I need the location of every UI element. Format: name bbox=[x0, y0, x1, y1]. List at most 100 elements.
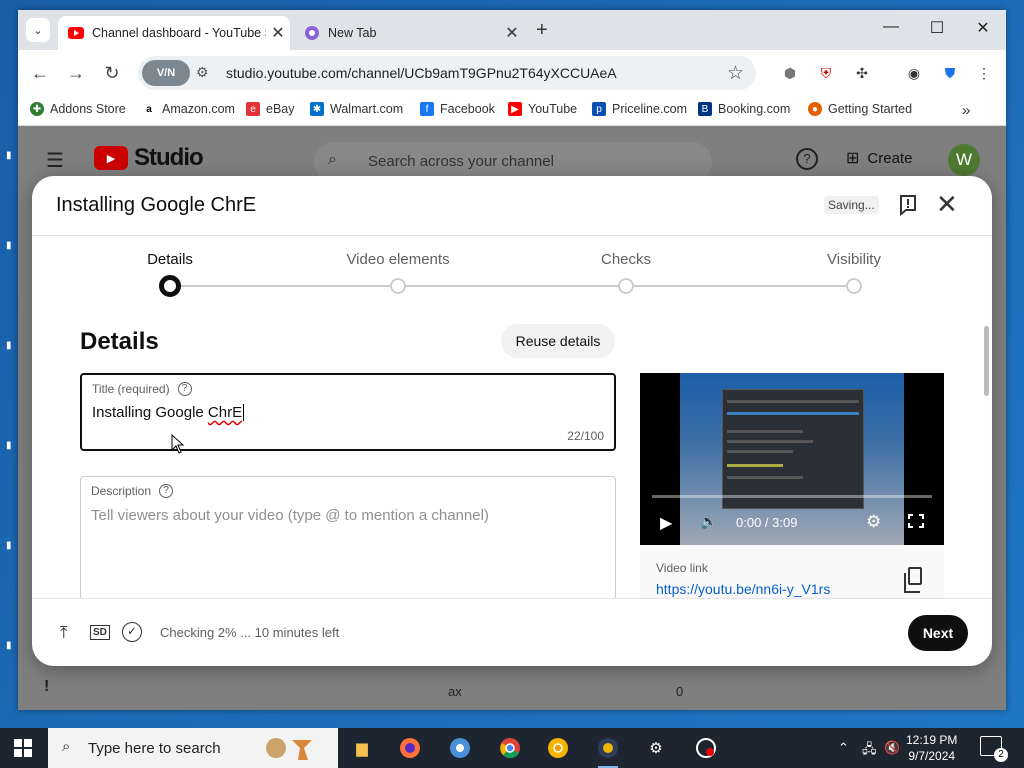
upload-icon[interactable]: ⤒ bbox=[60, 623, 68, 643]
description-field[interactable]: Description ? Tell viewers about your vi… bbox=[80, 476, 616, 598]
shield-icon[interactable]: ⛊ bbox=[940, 63, 960, 83]
close-window-button[interactable]: ✕ bbox=[960, 18, 1006, 38]
video-link-label: Video link bbox=[656, 561, 708, 575]
adblock-icon[interactable]: ⛨ bbox=[816, 63, 836, 83]
description-input[interactable]: Tell viewers about your video (type @ to… bbox=[91, 507, 489, 524]
menu-kebab-icon[interactable]: ⋮ bbox=[974, 63, 994, 83]
title-char-count: 22/100 bbox=[567, 429, 604, 443]
close-dialog-icon[interactable]: ✕ bbox=[936, 190, 958, 218]
recording-app-icon[interactable] bbox=[692, 734, 720, 762]
step-dot-checks[interactable] bbox=[618, 278, 634, 294]
step-dot-visibility[interactable] bbox=[846, 278, 862, 294]
help-icon[interactable]: ? bbox=[796, 148, 818, 170]
desktop-icon[interactable]: ▮ bbox=[6, 640, 18, 660]
title-input[interactable]: Installing Google ChrE bbox=[92, 404, 245, 421]
network-icon[interactable]: 🖧 bbox=[862, 740, 877, 762]
browser-toolbar: ← → ↻ V/N ⚙ studio.youtube.com/channel/U… bbox=[18, 50, 1006, 96]
dialog-scrollbar[interactable] bbox=[984, 326, 989, 396]
send-feedback-icon[interactable] bbox=[898, 194, 918, 216]
step-details[interactable]: Details bbox=[147, 251, 193, 268]
help-question-icon[interactable]: ? bbox=[177, 382, 192, 396]
step-dot-details[interactable] bbox=[159, 275, 181, 297]
feedback-icon[interactable]: ! bbox=[44, 678, 49, 696]
minimize-button[interactable]: — bbox=[868, 18, 914, 36]
step-checks[interactable]: Checks bbox=[601, 251, 651, 268]
chrome-icon[interactable] bbox=[496, 734, 524, 762]
chrome-icon bbox=[304, 25, 320, 41]
volume-icon[interactable]: 🔈 bbox=[700, 513, 717, 530]
bookmark-priceline[interactable]: p Priceline.com bbox=[592, 102, 687, 116]
site-info-icon[interactable]: ⚙ bbox=[196, 64, 209, 81]
close-tab-icon[interactable]: ✕ bbox=[266, 23, 290, 43]
bookmark-walmart[interactable]: ✱ Walmart.com bbox=[310, 102, 403, 116]
checks-icon[interactable]: ✓ bbox=[122, 622, 142, 642]
title-field[interactable]: Title (required) ? Installing Google Chr… bbox=[80, 373, 616, 451]
desktop-icon[interactable]: ▮ bbox=[6, 240, 18, 260]
create-button[interactable]: ⊞ Create bbox=[846, 148, 912, 168]
tab-youtube-studio[interactable]: Channel dashboard - YouTube S ✕ bbox=[58, 16, 290, 50]
back-icon[interactable]: ← bbox=[28, 61, 52, 85]
windows-start-icon[interactable] bbox=[14, 739, 32, 757]
search-icon: ⌕ bbox=[328, 151, 337, 168]
studio-logo[interactable]: ▶ Studio bbox=[94, 144, 204, 172]
close-tab-icon[interactable]: ✕ bbox=[500, 23, 524, 43]
firefox-icon[interactable] bbox=[396, 734, 424, 762]
create-video-icon: ⊞ bbox=[846, 150, 860, 167]
copy-icon[interactable] bbox=[904, 567, 922, 593]
extensions-puzzle-icon[interactable]: ✣ bbox=[852, 63, 872, 83]
bookmark-facebook[interactable]: f Facebook bbox=[420, 102, 495, 116]
bookmark-star-icon[interactable]: ☆ bbox=[727, 62, 744, 85]
bookmark-addons-store[interactable]: ✚ Addons Store bbox=[30, 102, 126, 116]
url-text[interactable]: studio.youtube.com/channel/UCb9amT9GPnu2… bbox=[226, 65, 617, 81]
extension-icon[interactable]: ⬢ bbox=[780, 63, 800, 83]
address-bar[interactable]: V/N ⚙ studio.youtube.com/channel/UCb9amT… bbox=[138, 56, 756, 90]
forward-icon[interactable]: → bbox=[64, 61, 88, 85]
reuse-details-button[interactable]: Reuse details bbox=[501, 324, 615, 358]
hamburger-menu-icon[interactable]: ☰ bbox=[46, 148, 64, 173]
chrome-canary-icon[interactable] bbox=[544, 734, 572, 762]
tab-search-button[interactable]: ⌄ bbox=[26, 18, 50, 42]
mouse-cursor-icon bbox=[171, 434, 185, 454]
file-explorer-icon[interactable]: ▆ bbox=[348, 734, 376, 762]
video-link[interactable]: https://youtu.be/nn6i-y_V1rs bbox=[656, 581, 830, 597]
maximize-button[interactable]: ☐ bbox=[914, 18, 960, 38]
next-button[interactable]: Next bbox=[908, 615, 968, 651]
bookmark-ebay[interactable]: e eBay bbox=[246, 102, 295, 116]
reload-icon[interactable]: ↻ bbox=[100, 61, 124, 85]
chromium-icon[interactable] bbox=[446, 734, 474, 762]
desktop-icon[interactable]: ▮ bbox=[6, 340, 18, 360]
fullscreen-icon[interactable] bbox=[907, 513, 925, 529]
tab-new-tab[interactable]: New Tab ✕ bbox=[294, 16, 524, 50]
vpn-button[interactable]: V/N bbox=[142, 60, 190, 86]
chevron-down-icon: ⌄ bbox=[33, 24, 43, 37]
desktop-icon[interactable]: ▮ bbox=[6, 540, 18, 560]
avatar[interactable]: W bbox=[948, 144, 980, 176]
step-dot-video-elements[interactable] bbox=[390, 278, 406, 294]
system-clock[interactable]: 12:19 PM 9/7/2024 bbox=[906, 732, 957, 764]
bookmarks-overflow-icon[interactable]: » bbox=[962, 102, 970, 119]
tray-chevron-icon[interactable]: ⌃ bbox=[838, 740, 849, 756]
profile-icon[interactable]: ◉ bbox=[904, 63, 924, 83]
settings-gear-icon[interactable]: ⚙ bbox=[642, 734, 670, 762]
sd-quality-icon[interactable]: SD bbox=[90, 625, 110, 640]
video-preview[interactable]: ▶ 🔈 0:00 / 3:09 ⚙ bbox=[640, 373, 944, 545]
bookmark-amazon[interactable]: a Amazon.com bbox=[142, 102, 235, 116]
step-visibility[interactable]: Visibility bbox=[827, 251, 881, 268]
settings-gear-icon[interactable]: ⚙ bbox=[866, 512, 881, 532]
new-tab-button[interactable]: + bbox=[536, 19, 548, 42]
bookmark-booking[interactable]: B Booking.com bbox=[698, 102, 790, 116]
desktop-icon[interactable]: ▮ bbox=[6, 150, 18, 170]
bookmark-getting-started[interactable]: ● Getting Started bbox=[808, 102, 912, 116]
brave-browser-icon[interactable] bbox=[594, 734, 622, 768]
search-icon: ⌕ bbox=[62, 738, 71, 755]
stepper: Details Video elements Checks Visibility bbox=[32, 236, 992, 306]
play-icon[interactable]: ▶ bbox=[660, 513, 672, 533]
volume-muted-icon[interactable]: 🔇 bbox=[884, 740, 900, 756]
video-progress-bar[interactable] bbox=[652, 495, 932, 498]
taskbar-search-input[interactable]: ⌕ Type here to search bbox=[48, 728, 338, 768]
desktop-icon[interactable]: ▮ bbox=[6, 440, 18, 460]
bookmark-youtube[interactable]: ▶ YouTube bbox=[508, 102, 577, 116]
tab-title: Channel dashboard - YouTube S bbox=[92, 26, 266, 40]
help-question-icon[interactable]: ? bbox=[159, 484, 174, 498]
step-video-elements[interactable]: Video elements bbox=[346, 251, 449, 268]
